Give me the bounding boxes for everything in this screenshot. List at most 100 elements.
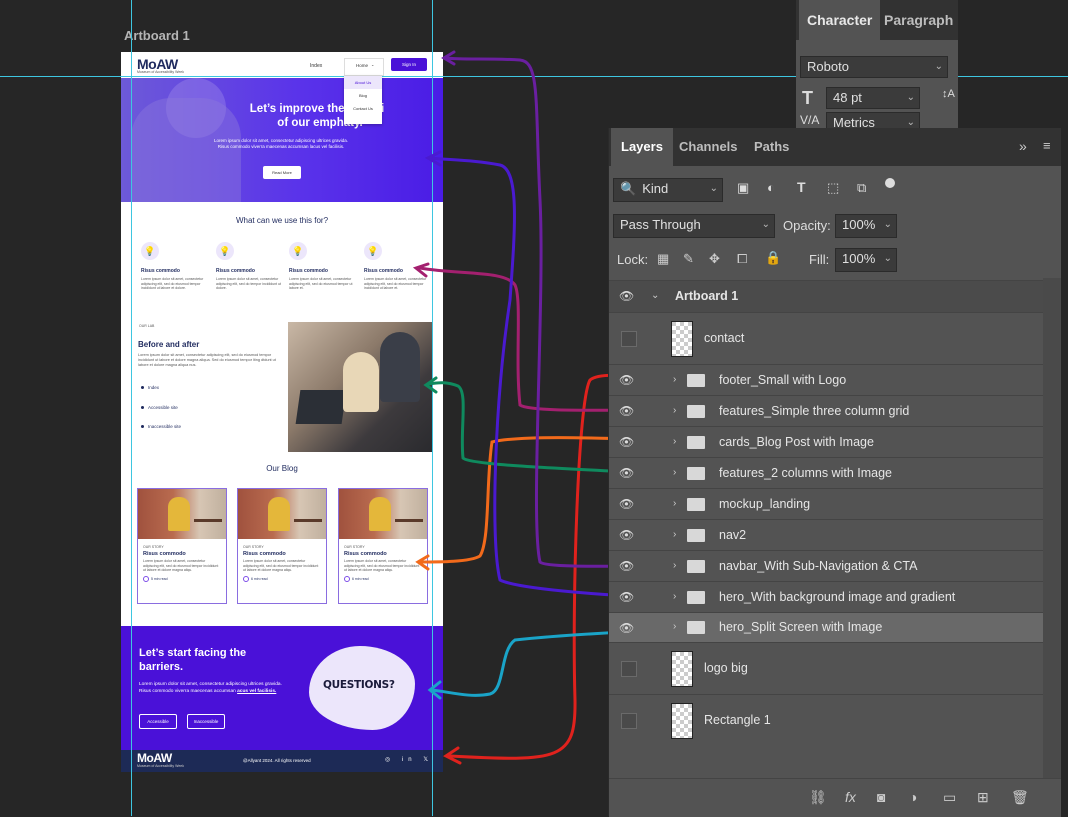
layers-scrollbar[interactable] [1043,278,1061,778]
new-layer-icon[interactable]: ⊞ [977,789,989,806]
chevron-down-icon: ⌄ [906,92,915,103]
lock-brush-icon[interactable]: ✎ [683,251,694,267]
visibility-toggle[interactable] [621,331,637,347]
type-filter-icon[interactable]: T [797,179,806,195]
smart-object-filter-icon[interactable]: ⧉ [857,180,866,196]
lock-artboard-icon[interactable]: ⧠ [737,251,747,267]
leading-icon: ↕A [942,88,955,100]
visibility-toggle[interactable] [621,661,637,677]
folder-icon [687,374,705,387]
fill-label: Fill: [809,252,830,267]
lock-label: Lock: [617,252,649,267]
eye-icon[interactable]: 👁 [619,621,634,635]
eye-icon[interactable]: 👁 [619,466,634,480]
opacity-field[interactable]: 100% ⌄ [835,214,897,238]
layers-tabs: Layers Channels Paths » ≡ [609,128,1061,166]
lock-transparent-icon[interactable]: ▦ [657,251,669,267]
nav-dropdown-menu: About Us Blog Contact Us [344,76,382,124]
chevron-down-icon: ⌄ [709,183,718,194]
dropdown-item-contact[interactable]: Contact Us [344,102,382,115]
chevron-right-icon[interactable]: › [673,591,676,602]
folder-icon [687,498,705,511]
chevron-right-icon[interactable]: › [673,467,676,478]
layer-row[interactable]: 👁 › navbar_With Sub-Navigation & CTA [609,550,1043,582]
fx-icon[interactable]: fx [845,789,856,805]
mask-icon[interactable]: ◙ [877,789,885,805]
layer-row-selected[interactable]: 👁 › hero_Split Screen with Image [609,612,1043,643]
layer-row[interactable]: 👁 › hero_With background image and gradi… [609,581,1043,613]
eye-icon[interactable]: 👁 [619,528,634,542]
layer-row[interactable]: logo big [609,642,1043,695]
eye-icon[interactable]: 👁 [619,435,634,449]
layer-row[interactable]: 👁 › features_Simple three column grid [609,395,1043,427]
kerning-icon: V/A [800,113,820,127]
tab-layers[interactable]: Layers [611,128,673,166]
chevron-right-icon[interactable]: › [673,405,676,416]
pixel-filter-icon[interactable]: ▣ [737,180,749,196]
trash-icon[interactable]: 🗑 [1011,789,1029,806]
layer-row[interactable]: 👁 › footer_Small with Logo [609,364,1043,396]
layer-row[interactable]: 👁 › features_2 columns with Image [609,457,1043,489]
font-family-select[interactable]: Roboto ⌄ [800,56,948,78]
eye-icon[interactable]: 👁 [619,590,634,604]
layer-thumbnail [671,651,693,687]
layer-name: hero_Split Screen with Image [719,620,883,634]
shape-filter-icon[interactable]: ⬚ [827,180,839,196]
chevron-right-icon[interactable]: › [673,436,676,447]
character-tabs: Character Paragraph [796,0,958,40]
blend-mode-value: Pass Through [620,217,701,232]
tab-paths[interactable]: Paths [754,128,789,166]
eye-icon[interactable]: 👁 [619,497,634,511]
blend-mode-select[interactable]: Pass Through ⌄ [613,214,775,238]
chevron-down-icon[interactable]: ⌄ [651,290,659,301]
chevron-right-icon[interactable]: › [673,374,676,385]
eye-icon[interactable]: 👁 [619,404,634,418]
layer-name: features_Simple three column grid [719,404,910,418]
eye-icon[interactable]: 👁 [619,373,634,387]
layer-row[interactable]: 👁 › nav2 [609,519,1043,551]
folder-icon [687,467,705,480]
tab-channels[interactable]: Channels [679,128,738,166]
font-size-value: 48 pt [833,90,862,105]
layer-name: Rectangle 1 [704,713,771,727]
visibility-toggle[interactable] [621,713,637,729]
chevron-down-icon: ⌄ [934,61,943,72]
layers-footer: ⛓ fx ◙ ◑ ▭ ⊞ 🗑 [609,778,1061,817]
dropdown-item-blog[interactable]: Blog [344,89,382,102]
tab-paragraph[interactable]: Paragraph [884,0,953,40]
folder-icon [687,529,705,542]
lock-move-icon[interactable]: ✥ [709,251,720,267]
eye-icon[interactable]: 👁 [619,289,634,303]
lock-all-icon[interactable]: 🔒 [765,250,781,266]
layer-thumbnail [671,703,693,739]
adjustment-layer-icon[interactable]: ◑ [909,789,917,805]
dropdown-item-about[interactable]: About Us [344,76,382,89]
layer-name: footer_Small with Logo [719,373,847,387]
layer-row[interactable]: 👁 › mockup_landing [609,488,1043,520]
panel-collapse-icon[interactable]: » [1019,138,1027,154]
layer-row[interactable]: 👁 › cards_Blog Post with Image [609,426,1043,458]
layer-name: nav2 [719,528,747,542]
layer-name: logo big [704,661,748,675]
fill-field[interactable]: 100% ⌄ [835,248,897,272]
chevron-right-icon[interactable]: › [673,498,676,509]
filter-toggle-icon[interactable] [885,178,895,188]
tab-character[interactable]: Character [799,0,881,40]
layer-row-artboard[interactable]: 👁 ⌄ Artboard 1 [609,280,1043,313]
new-group-icon[interactable]: ▭ [943,789,956,806]
chevron-right-icon[interactable]: › [673,621,676,632]
layer-row[interactable]: contact [609,312,1043,365]
layers-panel: Layers Channels Paths » ≡ 🔍 Kind ⌄ ▣ ◐ T ⬚… [608,128,1061,817]
adjustment-filter-icon[interactable]: ◐ [767,180,775,195]
layer-name: navbar_With Sub-Navigation & CTA [719,559,918,573]
link-layers-icon[interactable]: ⛓ [809,789,827,806]
chevron-right-icon[interactable]: › [673,529,676,540]
chevron-right-icon[interactable]: › [673,560,676,571]
layer-filter-select[interactable]: 🔍 Kind ⌄ [613,178,723,202]
panel-menu-icon[interactable]: ≡ [1043,138,1051,153]
eye-icon[interactable]: 👁 [619,559,634,573]
font-family-value: Roboto [807,59,849,74]
layer-name: Artboard 1 [675,289,739,303]
layer-row[interactable]: Rectangle 1 [609,694,1043,747]
font-size-field[interactable]: 48 pt ⌄ [826,87,920,109]
